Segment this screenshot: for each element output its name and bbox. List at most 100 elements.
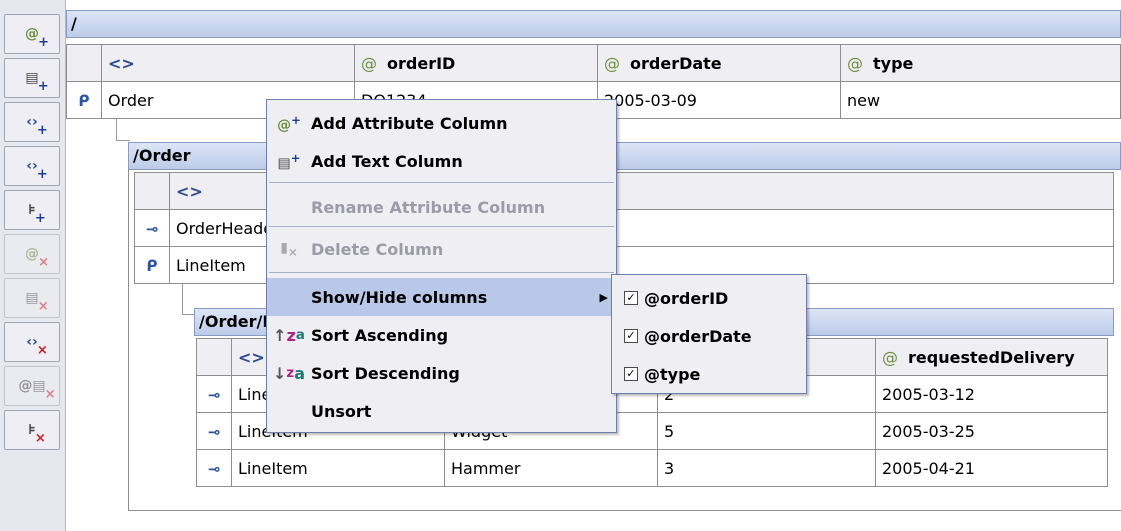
- menu-item-add-attribute-column-label: Add Attribute Column: [311, 113, 508, 133]
- add-text-button[interactable]: ▤ +: [4, 58, 60, 98]
- attribute-icon: @: [361, 53, 377, 73]
- block-border: [128, 510, 1121, 511]
- checkbox-icon: ✓: [624, 329, 638, 343]
- menu-item-sort-ascending[interactable]: ↑ z a Sort Ascending: [267, 316, 616, 354]
- cell-type[interactable]: new: [840, 81, 1121, 119]
- add-child-element-icon: ‹› +: [26, 158, 48, 182]
- add-attribute-button[interactable]: @ +: [4, 14, 60, 54]
- corner-cell: [134, 172, 170, 210]
- sort-ascending-icon: ↑ z a: [273, 325, 305, 345]
- menu-item-show-hide-columns-label: Show/Hide columns: [311, 287, 488, 307]
- show-column-label: @type: [644, 364, 701, 384]
- column-header-orderid[interactable]: @ orderID: [354, 44, 598, 82]
- key-collapsed-icon: ⊸: [207, 459, 221, 478]
- menu-item-show-hide-columns[interactable]: Show/Hide columns ▶: [267, 278, 616, 316]
- checkbox-icon: ✓: [624, 291, 638, 305]
- menu-separator: [269, 272, 614, 273]
- expand-toggle[interactable]: ⊸: [134, 209, 170, 247]
- menu-item-add-text-column-label: Add Text Column: [311, 151, 463, 171]
- add-text-icon: ▤ +: [25, 70, 49, 94]
- expand-toggle[interactable]: ⊸: [196, 375, 232, 413]
- column-header-orderdate[interactable]: @ orderDate: [597, 44, 841, 82]
- tree-connector: [116, 140, 130, 141]
- cell-requesteddelivery[interactable]: 2005-03-12: [875, 375, 1108, 413]
- expand-toggle[interactable]: ᑭ: [134, 246, 170, 284]
- delete-attribute-button[interactable]: @ ×: [4, 234, 60, 274]
- delete-attribute-icon: @ ×: [25, 246, 49, 270]
- root-path-bar: /: [66, 10, 1121, 38]
- show-column-type[interactable]: ✓ @type: [612, 355, 806, 393]
- menu-separator: [269, 226, 614, 227]
- cell-quantity[interactable]: 3: [657, 449, 876, 487]
- add-text-column-icon: ▤+: [277, 150, 301, 172]
- tree-connector: [182, 284, 183, 314]
- show-column-orderdate[interactable]: ✓ @orderDate: [612, 317, 806, 355]
- corner-cell: [66, 44, 102, 82]
- order-path-label: /Order: [133, 146, 191, 165]
- cell-orderdate[interactable]: 2005-03-09: [597, 81, 841, 119]
- context-menu: @+ Add Attribute Column ▤+ Add Text Column R…: [266, 99, 617, 433]
- cell-requesteddelivery[interactable]: 2005-03-25: [875, 412, 1108, 450]
- left-toolbar: @ + ▤ + ‹› + ‹› + ⊧ + @ × ▤ × ‹› × @▤ × ⊧ ×: [0, 0, 66, 531]
- show-hide-submenu: ✓ @orderID ✓ @orderDate ✓ @type: [611, 274, 807, 394]
- delete-tree-icon: ⊧ ×: [28, 422, 46, 446]
- corner-cell: [196, 338, 232, 376]
- attribute-icon: @: [847, 53, 863, 73]
- sort-descending-icon: ↓ z a: [273, 363, 305, 383]
- key-collapsed-icon: ⊸: [207, 385, 221, 404]
- menu-item-unsort-label: Unsort: [311, 401, 372, 421]
- cell-quantity[interactable]: 5: [657, 412, 876, 450]
- delete-text-icon: ▤ ×: [25, 290, 49, 314]
- column-header-element[interactable]: <>: [101, 44, 355, 82]
- table-row[interactable]: ⊸ LineItem Hammer 3 2005-04-21: [196, 449, 1108, 487]
- cell-product[interactable]: Hammer: [444, 449, 658, 487]
- show-column-label: @orderID: [644, 288, 729, 308]
- add-attribute-column-icon: @+: [277, 112, 301, 134]
- menu-item-rename-attribute-column-label: Rename Attribute Column: [311, 197, 546, 217]
- attribute-icon: @: [604, 53, 620, 73]
- add-element-button[interactable]: ‹› +: [4, 102, 60, 142]
- attribute-icon: @: [882, 347, 898, 367]
- delete-text-button[interactable]: ▤ ×: [4, 278, 60, 318]
- table-header-row: <> @ orderID @ orderDate @ type: [66, 44, 1121, 82]
- cell-element[interactable]: LineItem: [231, 449, 445, 487]
- expand-toggle[interactable]: ᑭ: [66, 81, 102, 119]
- column-header-type[interactable]: @ type: [840, 44, 1121, 82]
- delete-mixed-icon: @▤ ×: [18, 378, 56, 402]
- delete-tree-button[interactable]: ⊧ ×: [4, 410, 60, 450]
- expand-toggle[interactable]: ⊸: [196, 449, 232, 487]
- key-expanded-icon: ᑭ: [146, 256, 158, 275]
- key-expanded-icon: ᑭ: [78, 91, 90, 110]
- menu-item-sort-ascending-label: Sort Ascending: [311, 325, 449, 345]
- add-attribute-icon: @ +: [25, 26, 49, 50]
- checkbox-icon: ✓: [624, 367, 638, 381]
- key-collapsed-icon: ⊸: [145, 219, 159, 238]
- show-column-orderid[interactable]: ✓ @orderID: [612, 279, 806, 317]
- add-tree-button[interactable]: ⊧ +: [4, 190, 60, 230]
- menu-item-add-attribute-column[interactable]: @+ Add Attribute Column: [267, 104, 616, 142]
- delete-mixed-button[interactable]: @▤ ×: [4, 366, 60, 406]
- menu-item-delete-column-label: Delete Column: [311, 239, 444, 259]
- show-column-label: @orderDate: [644, 326, 752, 346]
- expand-toggle[interactable]: ⊸: [196, 412, 232, 450]
- tree-connector: [116, 118, 117, 140]
- submenu-arrow-icon: ▶: [599, 290, 608, 304]
- menu-item-sort-descending[interactable]: ↓ z a Sort Descending: [267, 354, 616, 392]
- menu-item-sort-descending-label: Sort Descending: [311, 363, 460, 383]
- menu-item-delete-column: ▮× Delete Column: [267, 230, 616, 268]
- add-child-element-button[interactable]: ‹› +: [4, 146, 60, 186]
- menu-separator: [269, 182, 614, 183]
- root-path-label: /: [71, 14, 77, 33]
- menu-item-unsort[interactable]: Unsort: [267, 392, 616, 430]
- add-element-icon: ‹› +: [26, 114, 48, 138]
- delete-element-button[interactable]: ‹› ×: [4, 322, 60, 362]
- add-tree-icon: ⊧ +: [28, 202, 46, 226]
- delete-column-icon: ▮×: [280, 239, 298, 259]
- menu-item-rename-attribute-column: Rename Attribute Column: [267, 188, 616, 226]
- block-border: [128, 170, 129, 510]
- cell-requesteddelivery[interactable]: 2005-04-21: [875, 449, 1108, 487]
- key-collapsed-icon: ⊸: [207, 422, 221, 441]
- delete-element-icon: ‹› ×: [26, 334, 48, 358]
- column-header-requesteddelivery[interactable]: @ requestedDelivery: [875, 338, 1108, 376]
- menu-item-add-text-column[interactable]: ▤+ Add Text Column: [267, 142, 616, 180]
